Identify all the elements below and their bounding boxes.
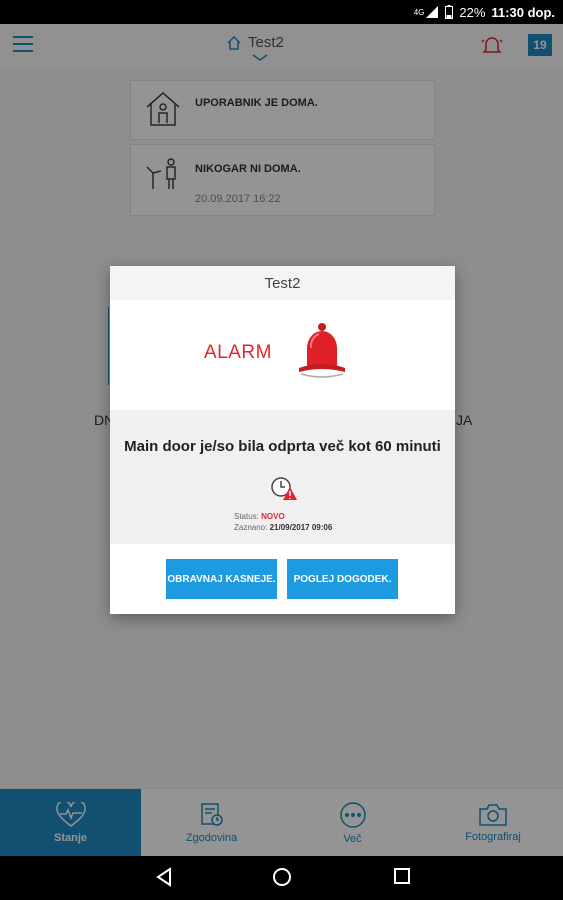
system-nav-bar bbox=[0, 856, 563, 900]
detected-line: Zaznano: 21/09/2017 09:06 bbox=[234, 523, 332, 532]
alarm-label: ALARM bbox=[204, 342, 272, 363]
detected-time: 21/09/2017 09:06 bbox=[269, 523, 333, 532]
alarm-message: Main door je/so bila odprta več kot 60 m… bbox=[124, 438, 441, 455]
battery-icon bbox=[445, 5, 454, 19]
dialog-title: Test2 bbox=[110, 266, 455, 300]
battery-level: 22% bbox=[459, 4, 486, 20]
recents-icon[interactable] bbox=[393, 867, 411, 885]
home-button-icon[interactable] bbox=[272, 867, 292, 887]
clock: 11:30 dop. bbox=[491, 4, 555, 20]
clock-warning-icon bbox=[271, 477, 297, 500]
back-icon[interactable] bbox=[155, 867, 173, 887]
alarm-dialog: Test2 ALARM Main door je/so bila odprta … bbox=[110, 266, 455, 614]
handle-later-button[interactable]: OBRAVNAJ KASNEJE. bbox=[166, 559, 277, 599]
status-line: Status: NOVO bbox=[234, 512, 285, 521]
signal-icon: 4G bbox=[414, 5, 440, 19]
alarm-section: ALARM bbox=[110, 300, 455, 410]
status-badge: NOVO bbox=[261, 512, 285, 521]
status-bar: 4G 22% 11:30 dop. bbox=[0, 0, 563, 24]
status-label: Status: bbox=[234, 512, 259, 521]
network-type: 4G bbox=[413, 7, 425, 17]
view-event-button[interactable]: POGLEJ DOGODEK. bbox=[287, 559, 398, 599]
detected-label: Zaznano: bbox=[234, 523, 268, 532]
alarm-bell-icon bbox=[299, 323, 345, 378]
alarm-info: Main door je/so bila odprta več kot 60 m… bbox=[110, 410, 455, 544]
